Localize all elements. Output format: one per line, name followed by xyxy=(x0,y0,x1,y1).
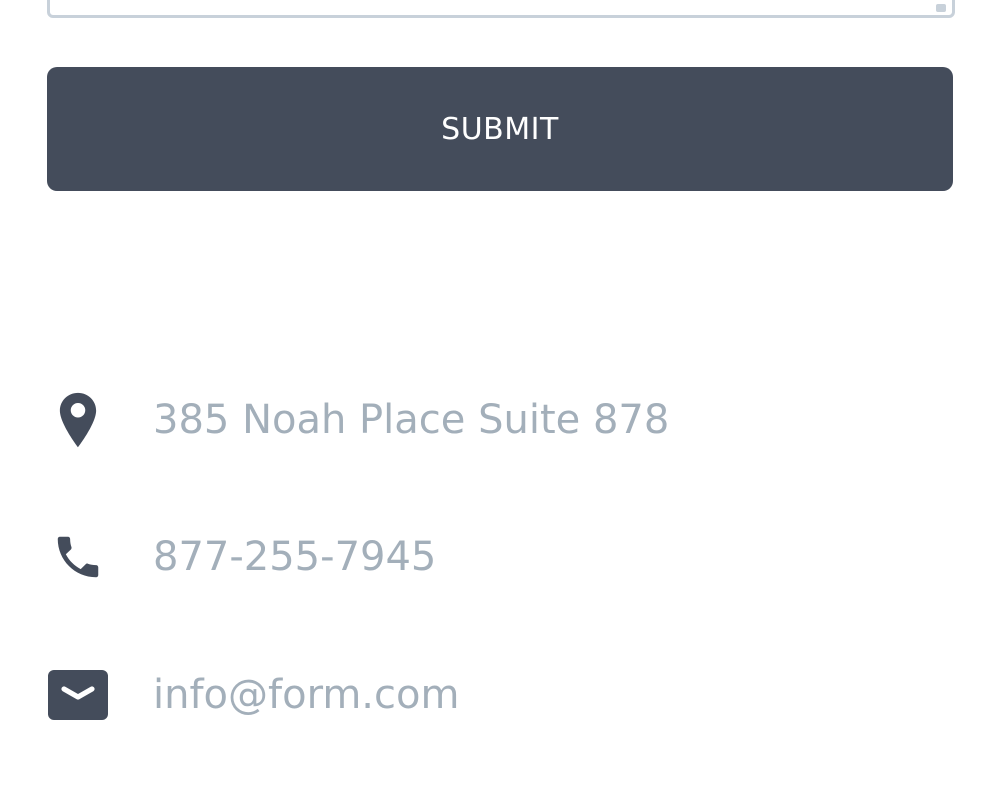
message-textarea[interactable] xyxy=(47,0,955,18)
submit-button[interactable]: SUBMIT xyxy=(47,67,953,191)
address-text: 385 Noah Place Suite 878 xyxy=(153,397,670,443)
location-pin-icon xyxy=(47,389,109,451)
email-text: info@form.com xyxy=(153,672,460,718)
contact-phone: 877-255-7945 xyxy=(47,522,953,592)
mail-icon xyxy=(47,664,109,726)
phone-text: 877-255-7945 xyxy=(153,534,437,580)
resize-handle[interactable] xyxy=(936,4,946,12)
contact-email: info@form.com xyxy=(47,660,953,730)
phone-icon xyxy=(47,526,109,588)
contact-address: 385 Noah Place Suite 878 xyxy=(47,385,953,455)
